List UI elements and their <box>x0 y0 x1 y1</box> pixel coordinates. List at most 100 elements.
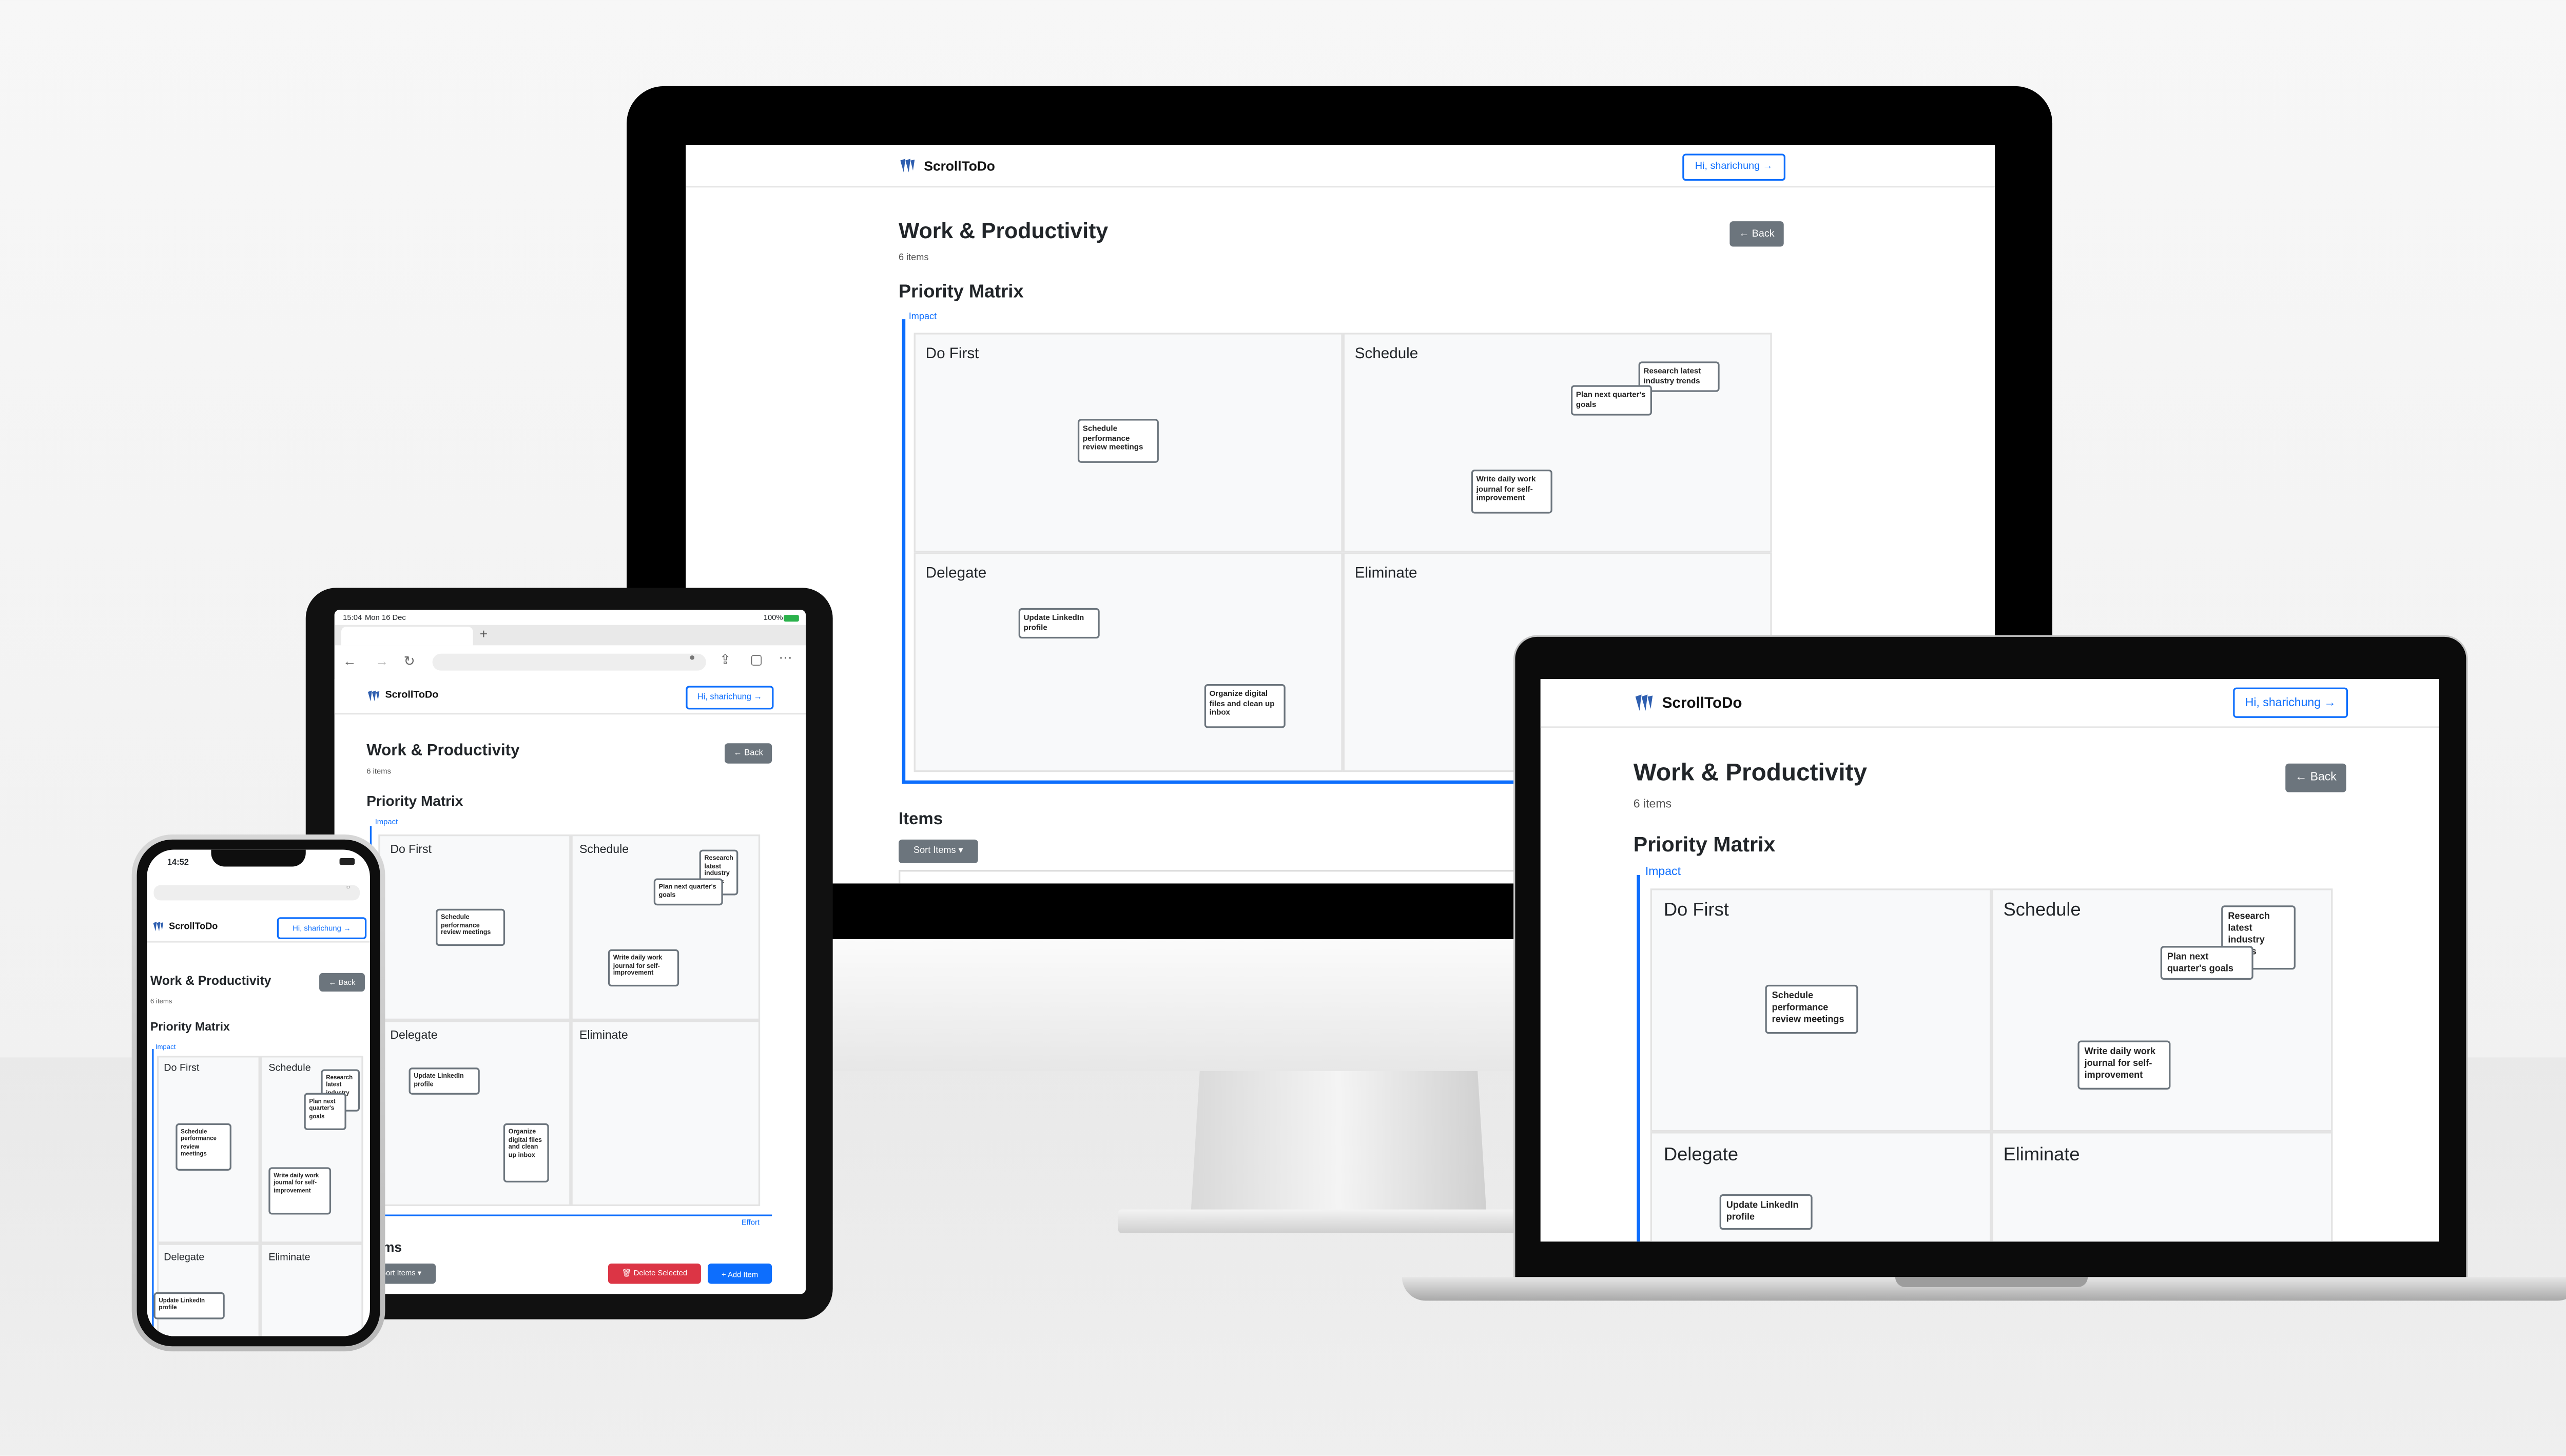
reload-icon[interactable]: ↻ <box>404 654 415 669</box>
impact-axis-label: Impact <box>155 1042 176 1051</box>
item-count: 6 items <box>899 253 929 264</box>
item-count: 6 items <box>1633 799 1672 811</box>
task-card[interactable]: Plan next quarter's goals <box>304 1093 346 1130</box>
task-card[interactable]: Organize digital files and clean up inbo… <box>1204 684 1286 728</box>
quadrant-label-do-first: Do First <box>164 1064 200 1075</box>
back-button[interactable]: ← Back <box>319 973 365 992</box>
user-menu-button[interactable]: Hi, sharichung → <box>686 686 774 710</box>
battery-icon <box>339 858 355 865</box>
impact-axis <box>152 1049 154 1336</box>
matrix-title: Priority Matrix <box>150 1022 230 1034</box>
effort-axis-label: Effort <box>741 1218 760 1227</box>
quadrant-label-schedule: Schedule <box>2003 900 2081 921</box>
address-bar[interactable] <box>153 885 360 901</box>
impact-axis-label: Impact <box>908 312 937 323</box>
share-icon[interactable]: ⇪ <box>720 652 731 667</box>
impact-axis <box>902 319 905 784</box>
tablet-status-battery: 100% <box>763 613 783 622</box>
quadrant-label-schedule: Schedule <box>1354 344 1418 362</box>
laptop-notch <box>1895 1277 2088 1288</box>
matrix-title: Priority Matrix <box>899 282 1024 303</box>
brand[interactable]: ScrollToDo <box>366 689 438 703</box>
task-card[interactable]: Write daily work journal for self-improv… <box>608 949 679 987</box>
task-card[interactable]: Plan next quarter's goals <box>1571 385 1652 416</box>
logo-icon <box>899 157 916 174</box>
task-card[interactable]: Write daily work journal for self-improv… <box>2077 1040 2171 1090</box>
desktop-stand <box>1191 1071 1487 1213</box>
impact-axis <box>1637 875 1640 1242</box>
quadrant-label-schedule: Schedule <box>268 1064 311 1075</box>
more-icon[interactable]: ⋯ <box>779 650 792 666</box>
quadrant-label-eliminate: Eliminate <box>2003 1145 2080 1166</box>
page-title: Work & Productivity <box>1633 760 1868 787</box>
battery-icon <box>784 614 799 621</box>
quadrant-label-delegate: Delegate <box>164 1253 205 1264</box>
phone-notch <box>211 849 306 867</box>
quadrant-delegate[interactable] <box>913 552 1343 772</box>
lock-icon: ▫ <box>346 883 350 894</box>
tabs-icon[interactable]: ▢ <box>750 652 763 667</box>
task-card[interactable]: Write daily work journal for self-improv… <box>268 1167 332 1215</box>
sort-items-button[interactable]: Sort Items ▾ <box>899 839 978 863</box>
task-card[interactable]: Write daily work journal for self-improv… <box>1471 470 1552 514</box>
quadrant-label-eliminate: Eliminate <box>579 1030 628 1042</box>
back-button[interactable]: ← Back <box>2285 763 2346 792</box>
quadrant-label-delegate: Delegate <box>925 564 987 581</box>
browser-tab[interactable] <box>341 627 473 646</box>
quadrant-label-do-first: Do First <box>925 344 979 362</box>
quadrant-label-delegate: Delegate <box>1664 1145 1739 1166</box>
brand[interactable]: ScrollToDo <box>1634 692 1742 712</box>
logo-icon <box>366 689 380 703</box>
laptop-screen: ScrollToDo Hi, sharichung → Work & Produ… <box>1540 679 2439 1242</box>
impact-axis-label: Impact <box>1645 866 1681 879</box>
user-menu-button[interactable]: Hi, sharichung → <box>2233 687 2348 718</box>
user-menu-button[interactable]: Hi, sharichung → <box>1682 153 1786 181</box>
page-title: Work & Productivity <box>899 218 1109 243</box>
plus-icon[interactable]: + <box>480 627 488 642</box>
task-card[interactable]: Update LinkedIn profile <box>1018 608 1100 639</box>
desktop-stand-base <box>1118 1209 1561 1233</box>
quadrant-label-eliminate: Eliminate <box>268 1253 310 1264</box>
task-card[interactable]: Update LinkedIn profile <box>409 1067 480 1095</box>
items-heading: Items <box>899 810 943 830</box>
forward-arrow-icon[interactable]: → <box>375 654 388 669</box>
phone-screen: 14:52 ▫ ScrollToDo Hi, sharichung → Work… <box>147 849 370 1336</box>
quadrant-label-eliminate: Eliminate <box>1354 564 1417 581</box>
task-card[interactable]: Schedule performance review meetings <box>176 1123 231 1171</box>
back-button[interactable]: ← Back <box>1729 221 1784 247</box>
brand[interactable]: ScrollToDo <box>152 921 218 933</box>
add-item-button[interactable]: + Add Item <box>708 1263 772 1284</box>
address-bar[interactable] <box>432 653 706 671</box>
mic-icon[interactable]: ● <box>689 654 695 664</box>
task-card[interactable]: Update LinkedIn profile <box>153 1292 225 1319</box>
tablet-status-time: 15:04 <box>343 613 362 622</box>
delete-selected-button[interactable]: 🗑 Delete Selected <box>608 1263 701 1284</box>
task-card[interactable]: Organize digital files and clean up inbo… <box>503 1123 549 1182</box>
matrix-title: Priority Matrix <box>1633 832 1776 857</box>
logo-icon <box>1634 692 1654 712</box>
page-title: Work & Productivity <box>366 741 520 761</box>
task-card[interactable]: Schedule performance review meetings <box>436 908 506 946</box>
tablet-status-date: Mon 16 Dec <box>364 613 406 622</box>
quadrant-label-delegate: Delegate <box>390 1030 438 1042</box>
brand[interactable]: ScrollToDo <box>899 157 995 174</box>
device-mockup-stage: ScrollToDo Hi, sharichung → Work & Produ… <box>0 0 2566 1456</box>
page-title: Work & Productivity <box>150 973 271 988</box>
phone-status-time: 14:52 <box>167 858 189 868</box>
back-button[interactable]: ← Back <box>725 743 772 764</box>
tablet-screen: 15:04 Mon 16 Dec 100% + ← → ↻ ● ⇪ ▢ ⋯ Sc… <box>334 610 806 1294</box>
matrix-title: Priority Matrix <box>366 792 463 809</box>
item-count: 6 items <box>366 767 392 775</box>
task-card[interactable]: Plan next quarter's goals <box>2160 946 2253 980</box>
task-card[interactable]: Schedule performance review meetings <box>1765 984 1858 1034</box>
item-count: 6 items <box>150 996 172 1005</box>
quadrant-label-do-first: Do First <box>1664 900 1729 921</box>
logo-icon <box>152 921 164 933</box>
task-card[interactable]: Schedule performance review meetings <box>1077 419 1159 463</box>
task-card[interactable]: Plan next quarter's goals <box>653 878 723 906</box>
impact-axis-label: Impact <box>375 818 398 826</box>
task-card[interactable]: Update LinkedIn profile <box>1719 1194 1813 1230</box>
back-arrow-icon[interactable]: ← <box>343 654 356 669</box>
quadrant-eliminate[interactable] <box>571 1020 761 1207</box>
user-menu-button[interactable]: Hi, sharichung → <box>277 917 367 940</box>
